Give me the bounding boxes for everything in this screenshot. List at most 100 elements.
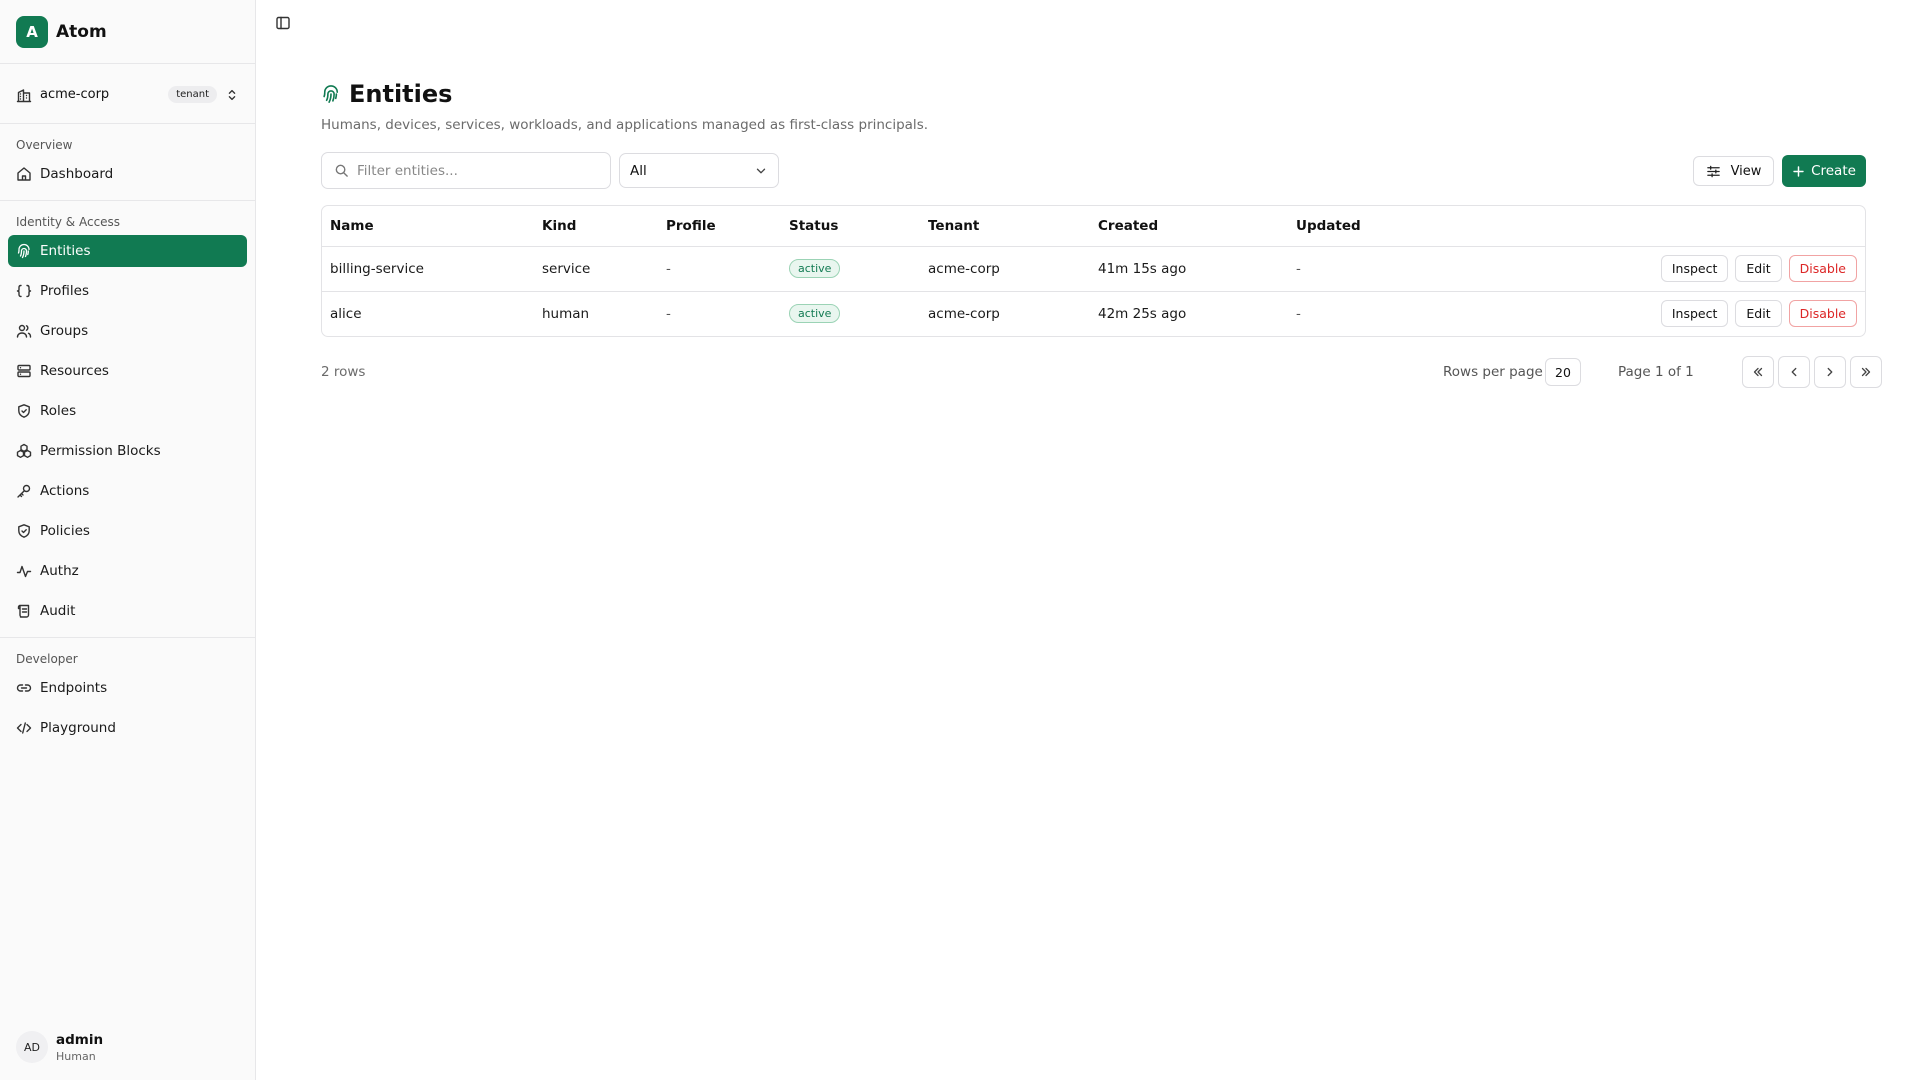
sidebar-item-profiles[interactable]: Profiles — [8, 275, 247, 307]
last-page-button[interactable] — [1850, 356, 1882, 388]
kind-filter-select[interactable]: All — [619, 153, 779, 188]
edit-button[interactable]: Edit — [1735, 300, 1782, 328]
view-button[interactable]: View — [1693, 156, 1774, 186]
next-page-button[interactable] — [1814, 356, 1846, 388]
sidebar: A Atom acme-corp tenant Overview Dashboa… — [0, 0, 256, 1080]
sidebar-item-label: Audit — [40, 603, 76, 619]
chevrons-right-icon — [1861, 367, 1871, 377]
sidebar-item-label: Dashboard — [40, 166, 114, 182]
cell-profile: - — [666, 305, 671, 322]
sidebar-item-label: Permission Blocks — [40, 443, 161, 459]
section-title: Overview — [16, 138, 73, 152]
activity-icon — [16, 565, 32, 578]
brand-logo: A — [16, 15, 48, 48]
column-header-status[interactable]: Status — [781, 206, 920, 247]
cell-updated: - — [1296, 305, 1301, 322]
blocks-icon — [16, 443, 32, 458]
entities-table: Name Kind Profile Status Tenant Created … — [321, 205, 1866, 337]
create-button-label: Create — [1811, 163, 1856, 179]
status-badge: active — [789, 304, 841, 324]
disable-button[interactable]: Disable — [1788, 300, 1857, 328]
rows-per-page-label: Rows per page — [1443, 364, 1543, 380]
scroll-icon — [17, 604, 30, 618]
brand: A Atom — [0, 0, 255, 64]
cell-kind: human — [542, 305, 590, 322]
cell-tenant: acme-corp — [920, 246, 1090, 292]
table-footer: 2 rows Rows per page 20 Page 1 of 1 — [321, 356, 1882, 390]
user-role: Human — [56, 1049, 96, 1063]
cell-created: 42m 25s ago — [1098, 305, 1187, 322]
code-icon — [16, 722, 32, 734]
table-row[interactable]: billing-service service - active acme-co… — [322, 246, 1865, 292]
column-header-kind[interactable]: Kind — [534, 206, 658, 247]
server-icon — [17, 364, 31, 378]
table-header-row: Name Kind Profile Status Tenant Created … — [322, 206, 1865, 247]
cell-profile: - — [658, 246, 781, 292]
cell-name: billing-service — [322, 246, 534, 292]
chevron-left-icon — [1791, 367, 1797, 377]
column-header-name[interactable]: Name — [322, 206, 534, 247]
search-input[interactable] — [357, 162, 597, 179]
search-icon — [335, 164, 348, 177]
sidebar-item-endpoints[interactable]: Endpoints — [8, 672, 247, 704]
plus-icon — [1793, 165, 1804, 177]
kind-filter-value: All — [630, 162, 647, 179]
cell-tenant: acme-corp — [928, 305, 1000, 322]
table-row[interactable]: alice human - active acme-corp 42m 25s a… — [322, 291, 1865, 336]
cell-created: 41m 15s ago — [1090, 246, 1288, 292]
cell-kind: service — [534, 246, 658, 292]
section-title: Identity & Access — [16, 215, 121, 229]
page-header: Entities — [321, 80, 452, 108]
user-menu[interactable]: AD admin Human — [0, 1014, 256, 1080]
sliders-icon — [1706, 165, 1720, 177]
tenant-name: acme-corp — [40, 87, 110, 102]
search-box[interactable] — [321, 152, 611, 189]
cell-status: active — [781, 291, 920, 336]
column-header-created[interactable]: Created — [1090, 206, 1288, 247]
sidebar-item-groups[interactable]: Groups — [8, 315, 247, 347]
link-icon — [16, 684, 32, 692]
sidebar-item-dashboard[interactable]: Dashboard — [8, 158, 247, 190]
inspect-button[interactable]: Inspect — [1660, 255, 1729, 282]
previous-page-button[interactable] — [1778, 356, 1810, 388]
sidebar-item-label: Resources — [40, 363, 109, 379]
sidebar-item-entities[interactable]: Entities — [8, 235, 247, 267]
create-button[interactable]: Create — [1782, 155, 1866, 187]
sidebar-item-label: Actions — [40, 483, 90, 499]
sidebar-item-resources[interactable]: Resources — [8, 355, 247, 387]
sidebar-item-permission-blocks[interactable]: Permission Blocks — [8, 435, 247, 467]
chevrons-up-down-icon — [228, 89, 236, 100]
sidebar-item-policies[interactable]: Policies — [8, 515, 247, 547]
shield-icon — [18, 404, 30, 418]
sidebar-item-roles[interactable]: Roles — [8, 395, 247, 427]
sidebar-item-label: Authz — [40, 563, 79, 579]
sidebar-item-authz[interactable]: Authz — [8, 555, 247, 587]
sidebar-item-label: Endpoints — [40, 680, 108, 696]
sidebar-item-actions[interactable]: Actions — [8, 475, 247, 507]
page-title: Entities — [349, 80, 453, 108]
sidebar-toggle-icon[interactable] — [275, 15, 291, 31]
column-header-profile[interactable]: Profile — [658, 206, 781, 247]
sidebar-item-playground[interactable]: Playground — [8, 712, 247, 744]
page-subtitle: Humans, devices, services, workloads, an… — [321, 117, 929, 133]
nav-section-identity-access: Identity & Access Entities Profiles Grou… — [0, 201, 255, 638]
tenant-switcher[interactable]: acme-corp tenant — [0, 66, 255, 124]
building-icon — [16, 88, 32, 102]
inspect-button[interactable]: Inspect — [1660, 300, 1729, 328]
chevron-down-icon — [756, 168, 766, 173]
cell-actions: Inspect Edit Disable — [1408, 291, 1865, 336]
sidebar-item-audit[interactable]: Audit — [8, 595, 247, 627]
edit-button[interactable]: Edit — [1735, 255, 1782, 282]
cell-updated: - — [1288, 246, 1408, 292]
user-meta: admin Human — [56, 1032, 103, 1063]
column-header-tenant[interactable]: Tenant — [920, 206, 1090, 247]
key-icon — [17, 484, 31, 498]
fingerprint-icon — [323, 85, 339, 103]
sidebar-item-label: Entities — [40, 243, 91, 259]
sidebar-item-label: Policies — [40, 523, 90, 539]
column-header-updated[interactable]: Updated — [1288, 206, 1408, 247]
home-icon — [17, 167, 31, 181]
rows-per-page-select[interactable]: 20 — [1545, 358, 1581, 386]
first-page-button[interactable] — [1742, 356, 1774, 388]
disable-button[interactable]: Disable — [1788, 255, 1857, 282]
